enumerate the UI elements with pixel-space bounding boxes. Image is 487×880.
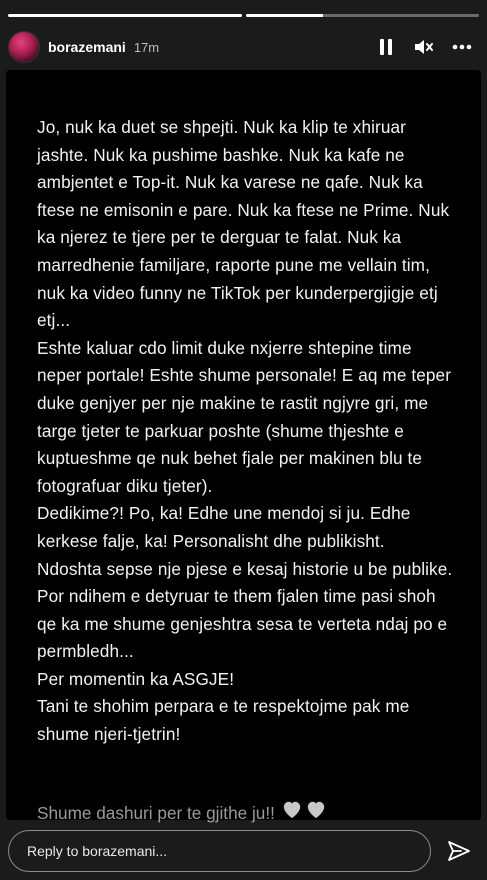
reply-input[interactable]: Reply to borazemani... (8, 830, 431, 872)
story-content[interactable]: Jo, nuk ka duet se shpejti. Nuk ka klip … (6, 70, 481, 823)
story-paragraph: Eshte kaluar cdo limit duke nxjerre shte… (37, 337, 452, 496)
reply-placeholder: Reply to borazemani... (27, 843, 168, 859)
story-progress (8, 14, 479, 17)
send-icon[interactable] (439, 831, 479, 871)
closing-text: Shume dashuri per te gjithe ju!! (37, 802, 275, 823)
post-time: 17m (133, 39, 160, 55)
pause-icon[interactable] (375, 36, 397, 58)
heart-icon (305, 799, 327, 826)
story-header: borazemani 17m (8, 28, 479, 66)
avatar[interactable] (8, 31, 40, 63)
story-viewer: borazemani 17m Jo, nuk ka duet se shpejt… (0, 0, 487, 880)
closing-line: Shume dashuri per te gjithe ju!! (37, 799, 327, 826)
story-paragraph: Ndoshta sepse nje pjese e kesaj historie… (37, 558, 453, 579)
story-text: Jo, nuk ka duet se shpejti. Nuk ka klip … (37, 114, 457, 749)
story-paragraph: Dedikime?! Po, ka! Edhe une mendoj si ju… (37, 503, 411, 551)
story-paragraph: Tani te shohim perpara e te respektojme … (37, 696, 410, 745)
progress-segment (245, 14, 479, 17)
more-icon[interactable] (451, 36, 473, 58)
progress-segment (8, 14, 242, 17)
username[interactable]: borazemani (48, 39, 126, 55)
progress-fill (8, 14, 242, 17)
header-actions (375, 36, 479, 58)
heart-icon (281, 799, 303, 826)
story-paragraph: Jo, nuk ka duet se shpejti. Nuk ka klip … (37, 117, 450, 331)
story-paragraph: Per momentin ka ASGJE! (37, 668, 235, 689)
story-paragraph: Por ndihem e detyruar te them fjalen tim… (37, 586, 448, 662)
progress-fill (245, 14, 323, 17)
reply-bar: Reply to borazemani... (8, 830, 479, 872)
mute-icon[interactable] (413, 36, 435, 58)
